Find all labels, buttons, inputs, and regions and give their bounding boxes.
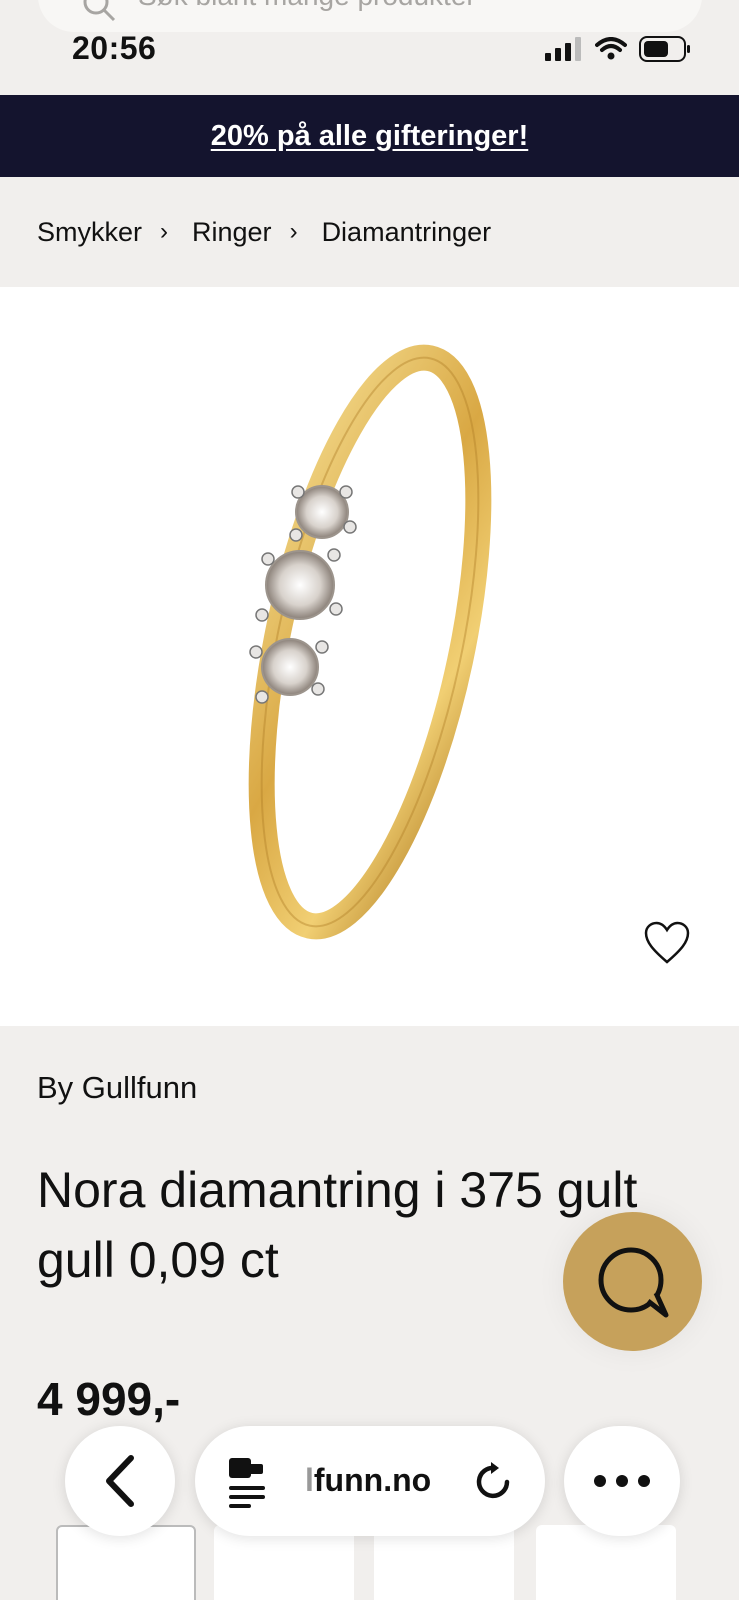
browser-url-bar[interactable]: lfunn.no bbox=[195, 1426, 545, 1536]
breadcrumb-separator: › bbox=[289, 218, 298, 245]
ring-image bbox=[248, 344, 492, 940]
product-brand[interactable]: By Gullfunn bbox=[37, 1070, 197, 1106]
url-domain: funn.no bbox=[313, 1462, 432, 1498]
wifi-icon bbox=[595, 37, 627, 60]
breadcrumb: Smykker › Ringer › Diamantringer bbox=[0, 177, 739, 287]
url-prefix: l bbox=[305, 1462, 314, 1498]
breadcrumb-separator: › bbox=[160, 218, 169, 245]
browser-url-text: lfunn.no bbox=[305, 1462, 431, 1499]
battery-icon bbox=[639, 36, 690, 62]
product-image[interactable] bbox=[0, 287, 739, 1026]
chat-icon bbox=[598, 1247, 669, 1318]
status-time: 20:56 bbox=[72, 30, 157, 66]
status-icons bbox=[545, 36, 691, 62]
chat-button[interactable] bbox=[563, 1212, 702, 1351]
browser-more-button[interactable] bbox=[564, 1426, 680, 1536]
reload-icon[interactable] bbox=[471, 1460, 515, 1504]
breadcrumb-item-diamantringer[interactable]: Diamantringer bbox=[322, 217, 492, 248]
promo-banner: 20% på alle gifteringer! bbox=[0, 95, 739, 177]
search-bar[interactable]: Søk blant mange produkter bbox=[38, 0, 702, 32]
more-icon bbox=[594, 1475, 650, 1487]
thumbnail[interactable] bbox=[56, 1525, 196, 1600]
search-placeholder: Søk blant mange produkter bbox=[138, 0, 476, 12]
status-bar: Søk blant mange produkter 20:56 bbox=[0, 0, 739, 95]
signal-icon bbox=[545, 37, 581, 61]
thumbnail[interactable] bbox=[374, 1525, 514, 1600]
breadcrumb-item-smykker[interactable]: Smykker bbox=[37, 217, 142, 248]
promo-link[interactable]: 20% på alle gifteringer! bbox=[211, 120, 529, 153]
thumbnail[interactable] bbox=[214, 1525, 354, 1600]
browser-back-button[interactable] bbox=[65, 1426, 175, 1536]
breadcrumb-item-ringer[interactable]: Ringer bbox=[192, 217, 272, 248]
search-icon bbox=[83, 0, 116, 22]
thumbnail-strip bbox=[0, 1525, 739, 1600]
thumbnail[interactable] bbox=[536, 1525, 676, 1600]
heart-icon[interactable] bbox=[643, 920, 691, 966]
back-icon bbox=[106, 1455, 134, 1507]
reader-icon[interactable] bbox=[225, 1456, 269, 1508]
product-price: 4 999,- bbox=[37, 1373, 181, 1425]
